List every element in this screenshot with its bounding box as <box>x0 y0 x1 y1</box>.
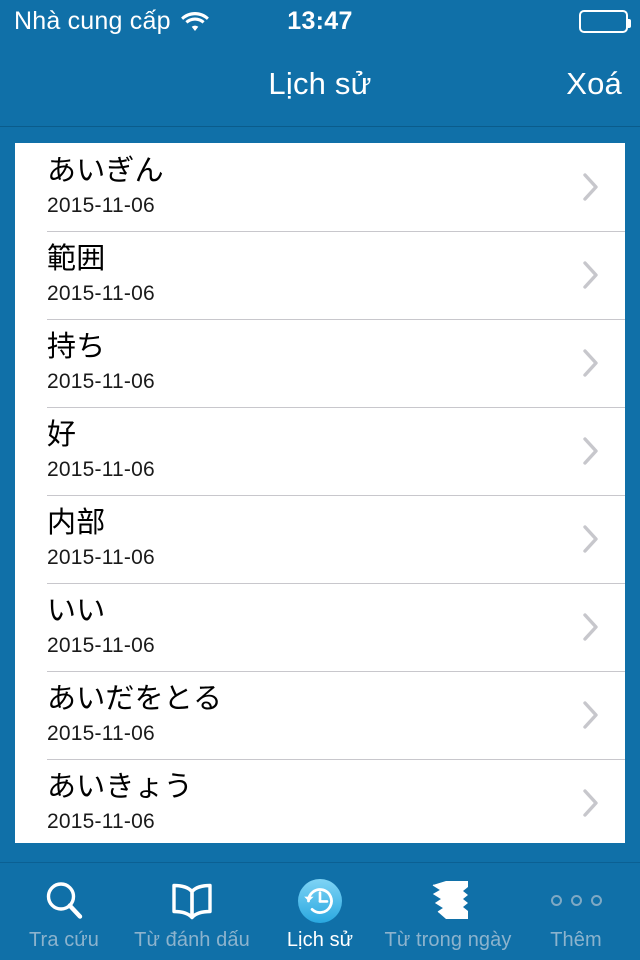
history-item-date: 2015-11-06 <box>47 633 155 657</box>
tab-label: Từ trong ngày <box>384 928 512 951</box>
history-item-date: 2015-11-06 <box>47 809 155 833</box>
history-item-date: 2015-11-06 <box>47 545 155 569</box>
chevron-right-icon <box>582 524 600 554</box>
clock-label: 13:47 <box>287 6 353 35</box>
history-item-date: 2015-11-06 <box>47 457 155 481</box>
chevron-right-icon <box>582 172 600 202</box>
navigation-bar: Lịch sử Xoá <box>0 42 640 127</box>
history-list-item[interactable]: いい 2015-11-06 <box>15 583 625 671</box>
history-item-term: 好 <box>47 419 77 452</box>
more-dots-icon <box>550 878 602 924</box>
search-icon <box>42 878 86 924</box>
book-icon <box>168 878 216 924</box>
tab-more[interactable]: Thêm <box>512 863 640 960</box>
tab-word-of-the-day[interactable]: Từ trong ngày <box>384 863 512 960</box>
history-item-date: 2015-11-06 <box>47 369 155 393</box>
content-area: あいぎん 2015-11-06 範囲 2015-11-06 持ち 2015-11-06 好 2… <box>0 127 640 862</box>
tab-bookmarks[interactable]: Từ đánh dấu <box>128 863 256 960</box>
status-bar: Nhà cung cấp 13:47 <box>0 0 640 42</box>
tab-search[interactable]: Tra cứu <box>0 863 128 960</box>
tab-label: Lịch sử <box>286 928 354 951</box>
chevron-right-icon <box>582 436 600 466</box>
clear-history-button[interactable]: Xoá <box>566 42 622 126</box>
history-clock-icon <box>297 878 343 924</box>
history-item-term: 範囲 <box>47 243 106 276</box>
history-list[interactable]: あいぎん 2015-11-06 範囲 2015-11-06 持ち 2015-11-06 好 2… <box>15 143 625 843</box>
history-list-item[interactable]: あいぎん 2015-11-06 <box>15 143 625 231</box>
tab-history[interactable]: Lịch sử <box>256 863 384 960</box>
battery-icon <box>579 9 631 33</box>
history-item-term: あいきょう <box>47 771 194 804</box>
history-list-item[interactable]: 持ち 2015-11-06 <box>15 319 625 407</box>
tab-label: Tra cứu <box>28 928 100 951</box>
history-item-date: 2015-11-06 <box>47 721 155 745</box>
history-item-term: あいだをとる <box>47 683 223 716</box>
tab-label: Thêm <box>550 928 602 951</box>
history-item-term: いい <box>47 595 106 628</box>
history-list-item[interactable]: 範囲 2015-11-06 <box>15 231 625 319</box>
history-item-date: 2015-11-06 <box>47 193 155 217</box>
chevron-right-icon <box>582 348 600 378</box>
chevron-right-icon <box>582 260 600 290</box>
history-list-item[interactable]: 好 2015-11-06 <box>15 407 625 495</box>
chevron-right-icon <box>582 788 600 818</box>
chevron-right-icon <box>582 700 600 730</box>
tab-label: Từ đánh dấu <box>134 928 250 951</box>
chevron-right-icon <box>582 612 600 642</box>
history-list-item[interactable]: 内部 2015-11-06 <box>15 495 625 583</box>
status-bar-right <box>579 0 631 42</box>
history-list-item[interactable]: あいだをとる 2015-11-06 <box>15 671 625 759</box>
history-item-term: 内部 <box>47 507 106 540</box>
history-item-term: あいぎん <box>47 155 164 188</box>
history-item-date: 2015-11-06 <box>47 281 155 305</box>
app-root: Nhà cung cấp 13:47 Lịch sử Xoá あいぎん 2015-… <box>0 0 640 960</box>
page-title: Lịch sử <box>268 66 372 101</box>
history-item-term: 持ち <box>47 331 106 364</box>
tab-bar: Tra cứu Từ đánh dấu Lịch sử Từ trong ngày Th… <box>0 862 640 960</box>
stacked-cards-icon <box>424 878 472 924</box>
history-list-item[interactable]: あいきょう 2015-11-06 <box>15 759 625 843</box>
